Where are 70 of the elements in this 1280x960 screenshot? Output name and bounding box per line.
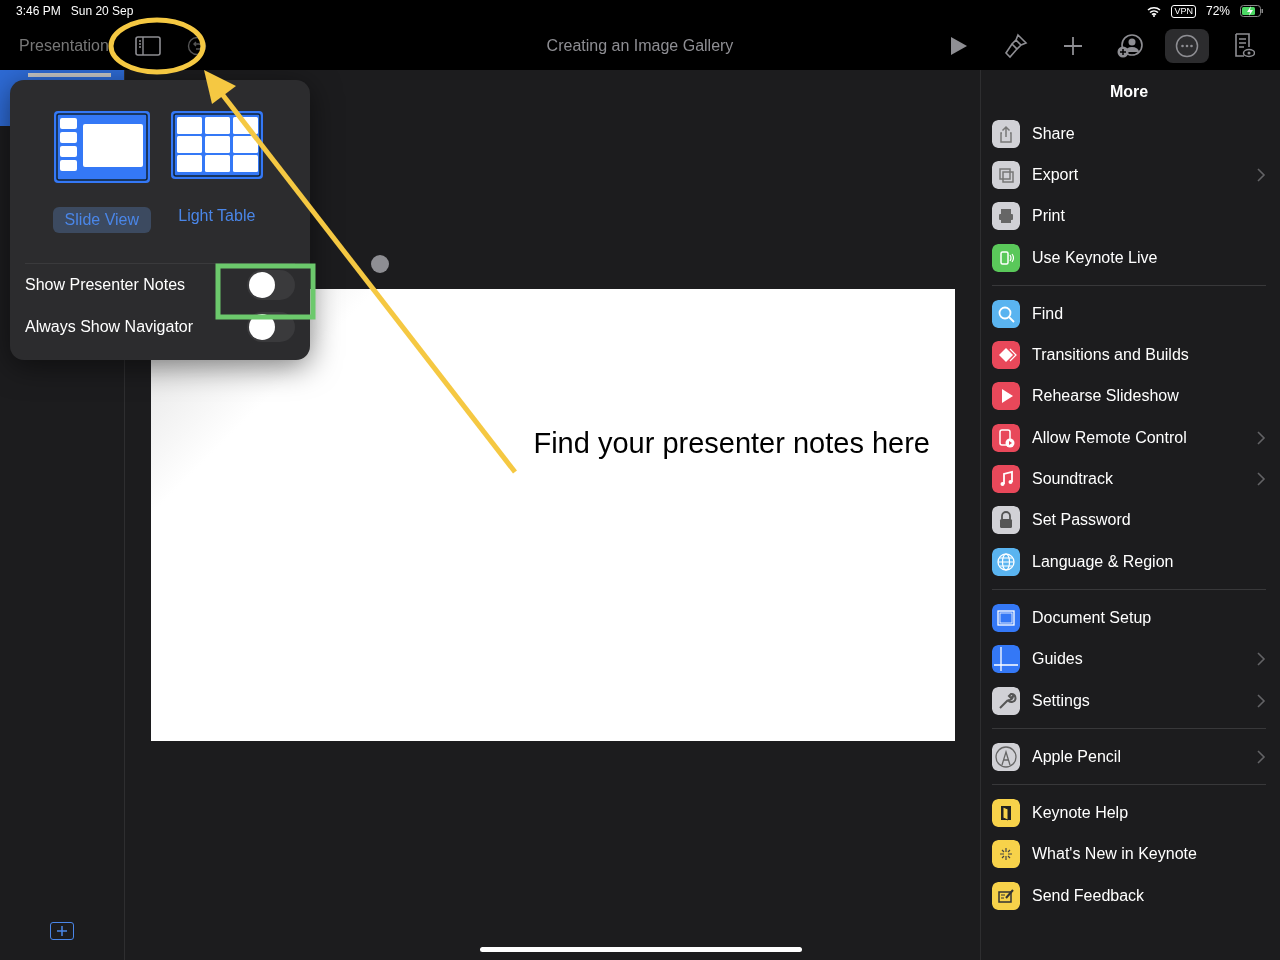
menu-item-label: Keynote Help (1032, 804, 1130, 823)
menu-item-label: Transitions and Builds (1032, 346, 1190, 365)
menu-item[interactable]: Soundtrack (992, 458, 1266, 500)
wifi-icon (1147, 5, 1162, 17)
menu-item[interactable]: Set Password (992, 499, 1266, 541)
undo-icon[interactable] (186, 36, 207, 56)
toggle-label: Show Presenter Notes (25, 276, 186, 294)
menu-item-label: Document Setup (1032, 608, 1153, 627)
menu-item[interactable]: Send Feedback (992, 875, 1266, 917)
paintbrush-icon (1004, 33, 1028, 59)
menu-item-label: Language & Region (1032, 552, 1175, 571)
menu-item-label: Print (1032, 207, 1066, 226)
menu-item[interactable]: Keynote Help (992, 792, 1266, 834)
battery-charging-icon (1240, 5, 1264, 17)
plus-icon (56, 925, 68, 937)
menu-item[interactable]: What's New in Keynote (992, 833, 1266, 876)
status-date: Sun 20 Sep (70, 4, 134, 18)
menu-item-label: Guides (1032, 650, 1084, 669)
play-icon (950, 36, 968, 56)
status-time: 3:46 PM (16, 4, 61, 18)
document-title: Creating an Image Gallery (546, 37, 734, 54)
menu-item-label: Use Keynote Live (1032, 248, 1159, 267)
chevron-right-icon (1257, 693, 1266, 708)
menu-item-label: Soundtrack (1032, 470, 1114, 488)
menu-item[interactable]: Use Keynote Live (992, 236, 1266, 279)
menu-item-label: Find (1032, 304, 1065, 323)
presentations-back-link[interactable]: Presentation (19, 37, 109, 55)
menu-item-label: Settings (1032, 691, 1091, 710)
menu-item-label: Send Feedback (1032, 886, 1146, 905)
sidebar-view-icon[interactable] (134, 36, 161, 56)
menu-item[interactable]: Document Setup (992, 597, 1266, 639)
menu-item[interactable]: Transitions and Builds (992, 334, 1266, 376)
chevron-right-icon (1257, 167, 1266, 182)
menu-item[interactable]: Language & Region (992, 540, 1266, 583)
menu-item[interactable]: Share (992, 113, 1266, 155)
menu-item-label: Set Password (1032, 511, 1132, 530)
menu-item-label: Export (1032, 165, 1080, 184)
slide-view-icon[interactable] (52, 110, 151, 184)
menu-item[interactable]: Export (992, 154, 1266, 196)
menu-item[interactable]: Allow Remote Control (992, 417, 1266, 459)
plus-icon (1063, 36, 1083, 56)
view-option[interactable]: Light Table (166, 203, 268, 229)
more-button[interactable] (1165, 29, 1209, 63)
chevron-right-icon (1257, 749, 1266, 764)
menu-item[interactable]: Settings (992, 679, 1266, 722)
menu-item[interactable]: Guides (992, 638, 1266, 680)
menu-item[interactable]: Print (992, 195, 1266, 237)
menu-item-label: Share (1032, 124, 1076, 143)
menu-item-label: Rehearse Slideshow (1032, 387, 1180, 406)
slide-text: Find your presenter notes here (533, 427, 930, 460)
menu-item-label: Allow Remote Control (1032, 428, 1188, 447)
menu-item[interactable]: Find (992, 293, 1266, 335)
light-table-icon[interactable] (169, 110, 264, 180)
chevron-right-icon (1257, 430, 1266, 445)
vpn-indicator: VPN (1171, 4, 1196, 18)
menu-title: More (1108, 83, 1150, 101)
menu-item[interactable]: Apple Pencil (992, 736, 1266, 778)
battery-percent: 72% (1205, 4, 1230, 18)
toggle-label: Always Show Navigator (25, 318, 194, 336)
menu-item-label: What's New in Keynote (1032, 845, 1198, 864)
add-slide-button[interactable] (50, 922, 74, 940)
chevron-right-icon (1257, 652, 1266, 667)
notes-eye-icon (1233, 33, 1255, 59)
chevron-right-icon (1257, 472, 1266, 486)
more-icon (1175, 34, 1199, 58)
selection-handle[interactable] (371, 255, 389, 273)
add-person-icon (1116, 33, 1144, 59)
menu-item[interactable]: Rehearse Slideshow (992, 375, 1266, 418)
menu-item-label: Apple Pencil (1032, 747, 1122, 766)
toggle-switch[interactable] (247, 270, 295, 300)
